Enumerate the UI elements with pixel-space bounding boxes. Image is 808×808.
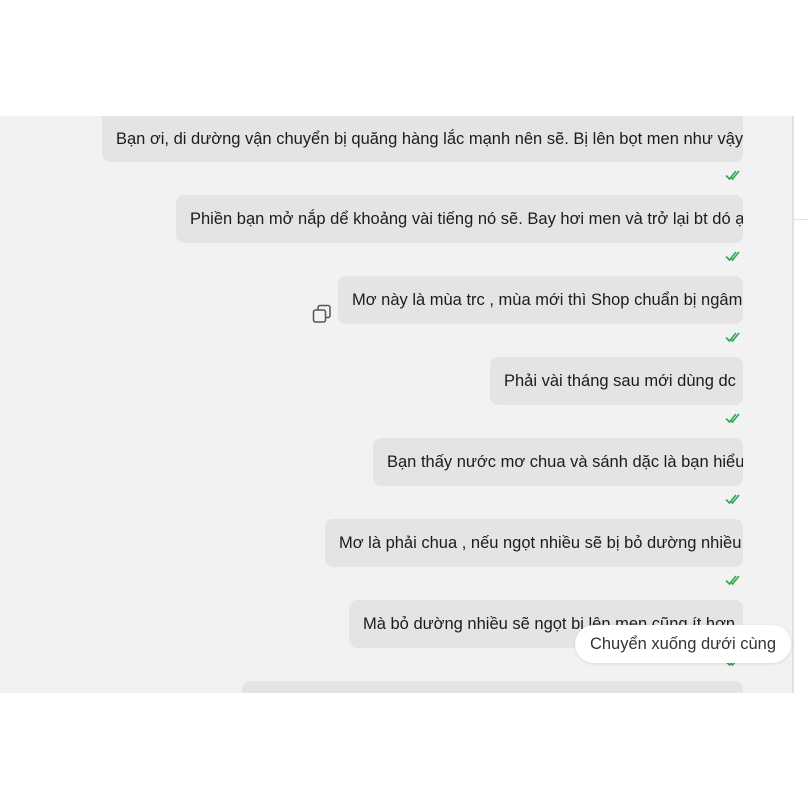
scroll-to-bottom-button[interactable]: Chuyển xuống dưới cùng <box>575 625 791 663</box>
message-bubble[interactable]: Phiền bạn mở nắp dể khoảng vài tiếng nó … <box>176 195 743 243</box>
scroll-to-bottom-label: Chuyển xuống dưới cùng <box>589 634 777 653</box>
message-text: Bạn ơi, di dường vận chuyển bị quăng hàn… <box>116 130 743 148</box>
message-text: Mơ là phải chua , nếu ngọt nhiều sẽ bị b… <box>339 534 742 552</box>
message-text: Mơ này là mùa trc , mùa mới thì Shop chu… <box>352 291 743 309</box>
double-check-icon <box>725 413 740 424</box>
double-check-icon <box>725 170 740 181</box>
message-text: Phải vài tháng sau mới dùng dc <box>504 372 736 390</box>
double-check-icon <box>725 332 740 343</box>
message-bubble[interactable]: Bạn thấy nước mơ chua và sánh dặc là bạn… <box>373 438 743 486</box>
message-text: Phiền bạn mở nắp dể khoảng vài tiếng nó … <box>190 210 743 228</box>
message-bubble[interactable]: Bạn ơi, di dường vận chuyển bị quăng hàn… <box>102 116 743 162</box>
double-check-icon <box>725 494 740 505</box>
divider-line <box>794 219 808 220</box>
message-bubble[interactable]: Mơ này là mùa trc , mùa mới thì Shop chu… <box>338 276 743 324</box>
message-text: Bạn thấy nước mơ chua và sánh dặc là bạn… <box>387 453 743 471</box>
message-bubble-partial[interactable] <box>242 681 743 693</box>
double-check-icon <box>725 575 740 586</box>
message-bubble[interactable]: Phải vài tháng sau mới dùng dc <box>490 357 743 405</box>
panel-divider <box>792 116 794 693</box>
message-bubble[interactable]: Mơ là phải chua , nếu ngọt nhiều sẽ bị b… <box>325 519 743 567</box>
copy-icon[interactable] <box>311 303 333 325</box>
double-check-icon <box>725 251 740 262</box>
chat-panel[interactable]: Bạn ơi, di dường vận chuyển bị quăng hàn… <box>0 116 794 693</box>
